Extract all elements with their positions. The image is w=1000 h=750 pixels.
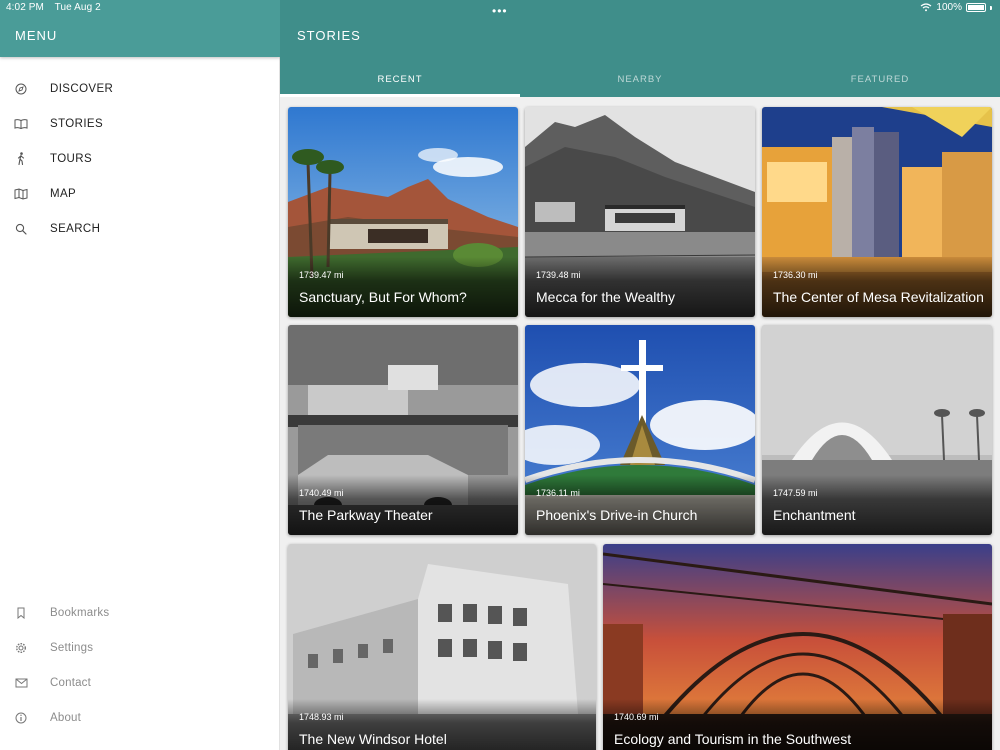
card-title: Phoenix's Drive-in Church	[536, 507, 698, 523]
card-gradient	[525, 257, 755, 317]
sidebar-item-settings[interactable]: Settings	[0, 630, 280, 665]
card-distance: 1740.49 mi	[299, 488, 344, 498]
status-bar-right: 100%	[920, 2, 992, 13]
sidebar-item-contact[interactable]: Contact	[0, 665, 280, 700]
app-window: 4:02 PM Tue Aug 2 MENU DISCOVER STORIES	[0, 0, 1000, 750]
card-distance: 1747.59 mi	[773, 488, 818, 498]
sidebar-item-label: Contact	[50, 676, 92, 689]
status-time: 4:02 PM	[6, 2, 44, 13]
info-icon	[14, 711, 28, 725]
story-card[interactable]: 1740.69 mi Ecology and Tourism in the So…	[603, 544, 992, 750]
battery-icon	[966, 3, 986, 12]
card-title: Sanctuary, But For Whom?	[299, 289, 467, 305]
story-card[interactable]: 1739.47 mi Sanctuary, But For Whom?	[288, 107, 518, 317]
sidebar-item-stories[interactable]: STORIES	[0, 106, 280, 141]
story-card[interactable]: 1747.59 mi Enchantment	[762, 325, 992, 535]
card-title: The New Windsor Hotel	[299, 731, 447, 747]
story-card[interactable]: 1739.48 mi Mecca for the Wealthy	[525, 107, 755, 317]
sidebar-bottom-nav: Bookmarks Settings Contact About	[0, 595, 280, 735]
card-distance: 1736.11 mi	[536, 488, 580, 498]
card-gradient	[525, 475, 755, 535]
main-content: ••• 100% STORIES RECENT NEARBY FEATURED	[280, 0, 1000, 750]
sidebar-item-search[interactable]: SEARCH	[0, 211, 280, 246]
story-card[interactable]: 1740.49 mi The Parkway Theater	[288, 325, 518, 535]
card-title: The Parkway Theater	[299, 507, 433, 523]
battery-tip	[990, 5, 992, 10]
story-card[interactable]: 1748.93 mi The New Windsor Hotel	[288, 544, 596, 750]
sidebar-item-label: Settings	[50, 641, 94, 654]
sidebar-item-tours[interactable]: TOURS	[0, 141, 280, 176]
status-bar-left: 4:02 PM Tue Aug 2	[6, 2, 109, 13]
envelope-icon	[14, 676, 28, 690]
card-distance: 1739.48 mi	[536, 270, 581, 280]
search-icon	[14, 222, 28, 236]
page-title: STORIES	[297, 28, 361, 43]
wifi-icon	[920, 3, 932, 12]
tab-recent[interactable]: RECENT	[280, 62, 520, 97]
sidebar-item-label: DISCOVER	[50, 82, 114, 95]
map-icon	[14, 187, 28, 201]
tab-nearby[interactable]: NEARBY	[520, 62, 760, 97]
sidebar-item-label: MAP	[50, 187, 77, 200]
sidebar: 4:02 PM Tue Aug 2 MENU DISCOVER STORIES	[0, 0, 280, 750]
status-date: Tue Aug 2	[54, 2, 101, 13]
card-title: Mecca for the Wealthy	[536, 289, 676, 305]
sidebar-item-label: STORIES	[50, 117, 104, 130]
card-distance: 1740.69 mi	[614, 712, 659, 722]
story-grid: 1739.47 mi Sanctuary, But For Whom? 1739…	[280, 97, 1000, 750]
tab-featured[interactable]: FEATURED	[760, 62, 1000, 97]
card-gradient	[288, 257, 518, 317]
main-header: ••• 100% STORIES RECENT NEARBY FEATURED	[280, 0, 1000, 97]
sidebar-item-label: SEARCH	[50, 222, 101, 235]
multitasking-dots-icon[interactable]: •••	[492, 4, 508, 18]
story-card[interactable]: 1736.11 mi Phoenix's Drive-in Church	[525, 325, 755, 535]
card-title: Enchantment	[773, 507, 856, 523]
sidebar-item-label: About	[50, 711, 82, 724]
compass-icon	[14, 82, 28, 96]
bookmark-icon	[14, 606, 28, 620]
card-distance: 1748.93 mi	[299, 712, 344, 722]
sidebar-item-about[interactable]: About	[0, 700, 280, 735]
sidebar-item-map[interactable]: MAP	[0, 176, 280, 211]
card-gradient	[762, 257, 992, 317]
sidebar-header: 4:02 PM Tue Aug 2 MENU	[0, 0, 280, 57]
sidebar-item-bookmarks[interactable]: Bookmarks	[0, 595, 280, 630]
menu-title: MENU	[15, 28, 58, 43]
story-card[interactable]: 1736.30 mi The Center of Mesa Revitaliza…	[762, 107, 992, 317]
book-icon	[14, 117, 28, 131]
battery-percent: 100%	[936, 2, 962, 13]
card-distance: 1739.47 mi	[299, 270, 344, 280]
card-title: The Center of Mesa Revitalization	[773, 289, 984, 305]
tab-bar: RECENT NEARBY FEATURED	[280, 62, 1000, 97]
sidebar-item-label: TOURS	[50, 152, 93, 165]
walking-icon	[14, 152, 28, 166]
card-gradient	[762, 475, 992, 535]
sidebar-item-discover[interactable]: DISCOVER	[0, 71, 280, 106]
card-title: Ecology and Tourism in the Southwest	[614, 731, 852, 747]
card-gradient	[288, 475, 518, 535]
gear-icon	[14, 641, 28, 655]
card-distance: 1736.30 mi	[773, 270, 818, 280]
sidebar-item-label: Bookmarks	[50, 606, 110, 619]
sidebar-nav: DISCOVER STORIES TOURS MAP SEARCH	[0, 71, 280, 246]
